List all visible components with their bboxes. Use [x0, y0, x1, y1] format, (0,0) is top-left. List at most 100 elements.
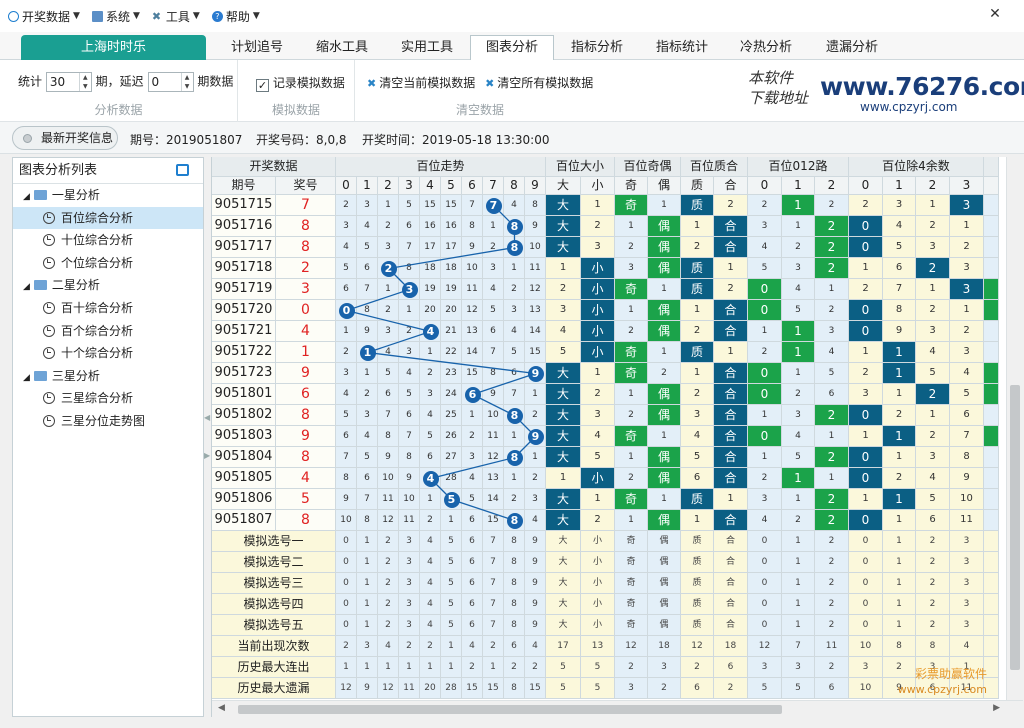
- sim-select-cell[interactable]: 0: [336, 594, 357, 615]
- tab-chart[interactable]: 图表分析: [470, 35, 554, 61]
- sim-select-cell[interactable]: 奇: [615, 552, 648, 573]
- tab-indicator[interactable]: 指标分析: [558, 35, 636, 60]
- column-header[interactable]: 5: [441, 177, 462, 195]
- sim-select-cell[interactable]: 5: [441, 615, 462, 636]
- stepper-arrows-icon[interactable]: ▲ ▼: [78, 73, 91, 91]
- sim-select-cell[interactable]: 小: [581, 594, 615, 615]
- sim-select-cell[interactable]: 小: [581, 615, 615, 636]
- sim-select-cell[interactable]: 5: [441, 573, 462, 594]
- sim-select-cell[interactable]: 6: [462, 552, 483, 573]
- sim-select-cell[interactable]: 8: [504, 552, 525, 573]
- sim-select-cell[interactable]: 1: [357, 531, 378, 552]
- sim-select-cell[interactable]: 2: [378, 573, 399, 594]
- sim-select-cell[interactable]: 2: [815, 594, 849, 615]
- sim-select-cell[interactable]: 2: [916, 615, 950, 636]
- sim-select-cell[interactable]: 合: [714, 594, 748, 615]
- sim-select-cell[interactable]: 2: [815, 573, 849, 594]
- sim-select-cell[interactable]: 奇: [615, 594, 648, 615]
- column-header[interactable]: 1: [782, 177, 815, 195]
- sim-select-cell[interactable]: 1: [883, 552, 916, 573]
- column-header[interactable]: 7: [483, 177, 504, 195]
- column-header[interactable]: 9: [525, 177, 546, 195]
- stepper-arrows-icon[interactable]: ▲ ▼: [180, 73, 193, 91]
- sim-select-cell[interactable]: 3: [950, 573, 984, 594]
- sim-select-cell[interactable]: 4: [420, 615, 441, 636]
- sim-select-cell[interactable]: 2: [916, 531, 950, 552]
- sim-select-cell[interactable]: 奇: [615, 531, 648, 552]
- clear-current-button[interactable]: ✖ 清空当前模拟数据: [367, 76, 475, 90]
- column-header[interactable]: 1: [357, 177, 378, 195]
- sim-select-cell[interactable]: 4: [420, 552, 441, 573]
- sim-select-cell[interactable]: 1: [782, 531, 815, 552]
- latest-draw-button[interactable]: 最新开奖信息: [12, 126, 118, 150]
- sim-select-cell[interactable]: 1: [782, 552, 815, 573]
- column-header[interactable]: 2: [815, 177, 849, 195]
- tree-group[interactable]: ◢ 三星分析: [13, 365, 203, 388]
- menu-system[interactable]: 系统 ▼: [84, 0, 144, 32]
- sim-select-cell[interactable]: 偶: [648, 531, 681, 552]
- sim-select-cell[interactable]: 1: [782, 594, 815, 615]
- sim-select-cell[interactable]: 8: [504, 594, 525, 615]
- sim-select-cell[interactable]: 大: [546, 594, 581, 615]
- sim-select-cell[interactable]: 0: [336, 531, 357, 552]
- sim-select-cell[interactable]: 6: [462, 573, 483, 594]
- sim-select-cell[interactable]: 0: [849, 615, 883, 636]
- sim-select-cell[interactable]: 4: [420, 594, 441, 615]
- tree-item[interactable]: 十个综合分析: [13, 342, 203, 365]
- column-header[interactable]: 2: [378, 177, 399, 195]
- sim-select-cell[interactable]: 质: [681, 573, 714, 594]
- sim-select-cell[interactable]: 3: [399, 573, 420, 594]
- column-header[interactable]: [984, 177, 999, 195]
- tree-item[interactable]: 三星综合分析: [13, 387, 203, 410]
- column-header[interactable]: 小: [581, 177, 615, 195]
- tab-omission[interactable]: 遗漏分析: [812, 35, 892, 60]
- sim-select-cell[interactable]: 1: [357, 552, 378, 573]
- splitter[interactable]: ◀ ▶: [204, 157, 211, 717]
- scroll-thumb[interactable]: [1010, 385, 1020, 670]
- sim-select-cell[interactable]: 1: [782, 573, 815, 594]
- tree-item[interactable]: 个位综合分析: [13, 252, 203, 275]
- collapse-icon[interactable]: ◢: [23, 373, 30, 383]
- tab-utility[interactable]: 实用工具: [388, 35, 466, 60]
- sim-select-cell[interactable]: 3: [399, 531, 420, 552]
- column-header[interactable]: 8: [504, 177, 525, 195]
- sim-select-cell[interactable]: 2: [916, 594, 950, 615]
- column-header[interactable]: 3: [399, 177, 420, 195]
- sim-select-cell[interactable]: 6: [462, 531, 483, 552]
- sim-select-cell[interactable]: 7: [483, 594, 504, 615]
- sim-select-cell[interactable]: 2: [378, 594, 399, 615]
- sim-select-cell[interactable]: 1: [357, 573, 378, 594]
- sim-select-cell[interactable]: 偶: [648, 573, 681, 594]
- sim-select-cell[interactable]: 质: [681, 615, 714, 636]
- sim-select-cell[interactable]: 合: [714, 573, 748, 594]
- stat-count-stepper[interactable]: 30 ▲ ▼: [45, 72, 92, 92]
- sim-select-cell[interactable]: 3: [399, 615, 420, 636]
- sim-select-cell[interactable]: 合: [714, 531, 748, 552]
- tree-group[interactable]: ◢ 一星分析: [13, 184, 203, 207]
- sim-select-cell[interactable]: 质: [681, 594, 714, 615]
- sim-select-cell[interactable]: 2: [378, 615, 399, 636]
- vertical-scrollbar[interactable]: [1006, 157, 1023, 700]
- column-header[interactable]: 偶: [648, 177, 681, 195]
- sim-select-cell[interactable]: 质: [681, 552, 714, 573]
- sim-select-cell[interactable]: 0: [336, 552, 357, 573]
- column-header[interactable]: 1: [883, 177, 916, 195]
- sim-select-cell[interactable]: 质: [681, 531, 714, 552]
- column-header[interactable]: 大: [546, 177, 581, 195]
- sim-select-cell[interactable]: 6: [462, 615, 483, 636]
- column-header[interactable]: 4: [420, 177, 441, 195]
- sim-select-cell[interactable]: 小: [581, 531, 615, 552]
- sim-select-cell[interactable]: 5: [441, 594, 462, 615]
- collapse-icon[interactable]: ◢: [23, 192, 30, 202]
- menu-tools[interactable]: ✖ 工具 ▼: [144, 0, 204, 32]
- sim-select-cell[interactable]: 1: [357, 594, 378, 615]
- sim-select-cell[interactable]: 0: [849, 594, 883, 615]
- sim-select-cell[interactable]: 大: [546, 552, 581, 573]
- sim-select-cell[interactable]: 3: [950, 531, 984, 552]
- sim-select-cell[interactable]: 小: [581, 573, 615, 594]
- sim-select-cell[interactable]: 偶: [648, 594, 681, 615]
- sim-select-cell[interactable]: 3: [399, 594, 420, 615]
- collapse-icon[interactable]: ◢: [23, 282, 30, 292]
- window-icon[interactable]: [176, 164, 189, 176]
- sim-select-cell[interactable]: 1: [883, 573, 916, 594]
